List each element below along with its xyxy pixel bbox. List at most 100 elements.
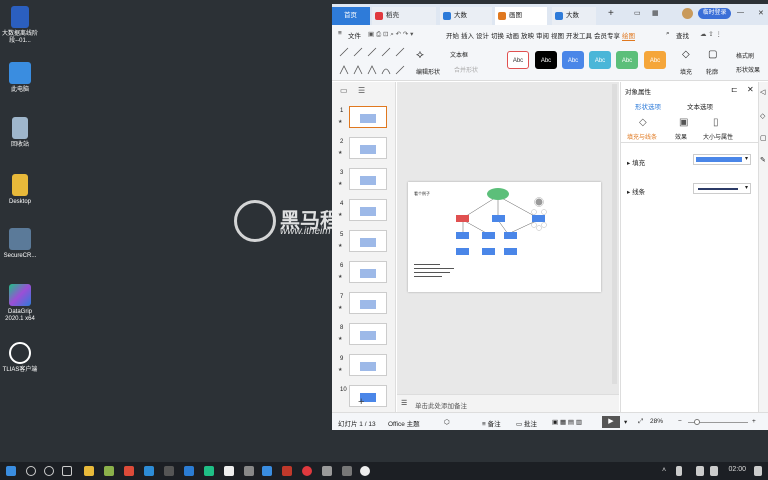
search-icon[interactable] xyxy=(26,466,36,476)
fill-line-icon[interactable]: ◇ xyxy=(639,117,647,128)
typora-icon[interactable] xyxy=(224,466,234,476)
zoom-level[interactable]: 28% xyxy=(650,418,663,425)
zoom-slider-handle[interactable] xyxy=(694,419,700,425)
task-view-icon[interactable] xyxy=(62,466,72,476)
grid-icon[interactable]: ▦ xyxy=(652,9,659,17)
shape-style-5[interactable]: Abc xyxy=(616,51,638,69)
text-box-button[interactable]: 文本框 xyxy=(450,50,468,59)
effect-icon[interactable]: ▣ xyxy=(679,117,688,128)
search-icon[interactable]: ⌕ xyxy=(666,30,670,38)
explorer-icon[interactable] xyxy=(84,466,94,476)
comments-toggle[interactable]: ▭ 批注 xyxy=(516,418,537,428)
desktop-icon-doc[interactable]: 大数据离线阶段--01... xyxy=(2,6,38,45)
chrome-icon[interactable] xyxy=(124,466,134,476)
slide-thumbnail[interactable] xyxy=(349,168,387,190)
notification-icon[interactable] xyxy=(754,466,762,476)
shape-style-1[interactable]: Abc xyxy=(507,51,529,69)
chevron-down-icon[interactable]: ▾ xyxy=(624,418,627,426)
menu-review[interactable]: 审阅 xyxy=(536,30,549,40)
close-panel-icon[interactable]: ✕ xyxy=(747,85,754,94)
slide-thumbnail[interactable] xyxy=(349,354,387,376)
network-icon[interactable] xyxy=(696,466,704,476)
menu-file[interactable]: 文件 xyxy=(348,30,361,40)
avatar[interactable] xyxy=(682,8,693,19)
slide-thumbnail[interactable] xyxy=(349,385,387,407)
app-icon[interactable] xyxy=(104,466,114,476)
tab-daoke[interactable]: 稻壳 xyxy=(372,7,436,25)
zoom-in-icon[interactable]: + xyxy=(752,418,756,425)
subtab-fill-line[interactable]: 填充与线条 xyxy=(627,132,657,141)
fill-icon[interactable]: ◇ xyxy=(682,49,690,60)
edit-shape-button[interactable]: 编辑形状 xyxy=(416,67,440,76)
tab-list-icon[interactable]: ▭ xyxy=(634,9,641,17)
merge-shape-button[interactable]: 合并形状 xyxy=(454,65,478,74)
add-tab-button[interactable]: + xyxy=(608,8,614,19)
shield-icon[interactable]: ⬡ xyxy=(444,418,450,426)
slide-thumbnail[interactable] xyxy=(349,137,387,159)
size-icon[interactable]: ▯ xyxy=(713,117,719,128)
menu-insert[interactable]: 插入 xyxy=(461,30,474,40)
menu-start[interactable]: 开始 xyxy=(446,30,459,40)
rail-icon[interactable]: ◁ xyxy=(760,88,765,96)
edge-icon[interactable] xyxy=(144,466,154,476)
tab-doc-1[interactable]: 大数 xyxy=(440,7,492,25)
cortana-icon[interactable] xyxy=(44,466,54,476)
menu-drawing[interactable]: 绘图 xyxy=(622,30,635,41)
tab-home[interactable]: 首页 xyxy=(332,7,370,25)
rail-icon[interactable]: ▢ xyxy=(760,134,767,142)
desktop-icon-datagrip[interactable]: DataGrip 2020.1 x64 xyxy=(2,284,38,323)
slide-thumbnail[interactable] xyxy=(349,323,387,345)
desktop-icon-tlias[interactable]: TLIAS客户端 xyxy=(2,342,38,374)
desktop-icon-recycle[interactable]: 回收站 xyxy=(2,117,38,149)
canvas-scrollbar[interactable] xyxy=(612,84,617,384)
mic-icon[interactable] xyxy=(676,466,682,476)
vscode-icon[interactable] xyxy=(184,466,194,476)
outline-view-icon[interactable]: ☰ xyxy=(358,86,365,95)
desktop-icon-folder[interactable]: Desktop xyxy=(2,174,38,206)
tab-drawing[interactable]: 画图 xyxy=(495,7,547,25)
play-button[interactable]: ▶ xyxy=(602,416,620,428)
volume-icon[interactable] xyxy=(710,466,718,476)
shape-style-3[interactable]: Abc xyxy=(562,51,584,69)
shape-style-6[interactable]: Abc xyxy=(644,51,666,69)
shape-gallery[interactable] xyxy=(338,46,408,78)
subtab-effect[interactable]: 效果 xyxy=(675,132,687,141)
normal-view-icon[interactable]: ▣ ▦ ▤ ▥ xyxy=(552,418,582,426)
hamburger-icon[interactable]: ≡ xyxy=(338,30,342,37)
fill-section-label[interactable]: ▸ 填充 xyxy=(627,157,645,167)
notes-bar[interactable]: ☰ 单击此处添加备注 xyxy=(397,394,619,412)
app-icon[interactable] xyxy=(302,466,312,476)
pycharm-icon[interactable] xyxy=(204,466,214,476)
cloud-icon[interactable]: ☁ ⇪ ⋮ xyxy=(700,30,722,38)
slide[interactable]: 看个例子 xyxy=(408,182,601,292)
pin-icon[interactable]: ⊏ xyxy=(731,85,738,94)
fit-icon[interactable]: ⤢ xyxy=(638,418,643,426)
rail-icon[interactable]: ◇ xyxy=(760,112,765,120)
app-icon[interactable] xyxy=(360,466,370,476)
edit-shape-icon[interactable]: ⟡ xyxy=(416,47,424,62)
tab-doc-2[interactable]: 大数 xyxy=(552,7,596,25)
shape-style-4[interactable]: Abc xyxy=(589,51,611,69)
slide-thumbnail[interactable] xyxy=(349,230,387,252)
minimize-icon[interactable]: — xyxy=(737,9,744,16)
shape-style-2[interactable]: Abc xyxy=(535,51,557,69)
thumbnail-view-icon[interactable]: ▭ xyxy=(340,86,348,95)
menu-vip[interactable]: 会员专享 xyxy=(594,30,620,40)
menu-animation[interactable]: 动画 xyxy=(506,30,519,40)
line-style-picker[interactable]: ▾ xyxy=(693,183,751,194)
desktop-icon-securecrt[interactable]: SecureCR... xyxy=(2,228,38,260)
fill-color-picker[interactable]: ▾ xyxy=(693,154,751,165)
menu-view[interactable]: 视图 xyxy=(551,30,564,40)
app-icon[interactable] xyxy=(244,466,254,476)
slide-canvas[interactable]: 看个例子 xyxy=(397,82,635,425)
slide-thumbnail[interactable] xyxy=(349,261,387,283)
outline-icon[interactable]: ▢ xyxy=(708,49,717,60)
theme-name[interactable]: Office 主题 xyxy=(388,418,420,428)
slide-thumbnail[interactable] xyxy=(349,199,387,221)
tab-text-options[interactable]: 文本选项 xyxy=(687,101,713,111)
menu-search[interactable]: 查找 xyxy=(676,30,689,40)
menu-slideshow[interactable]: 放映 xyxy=(521,30,534,40)
app-icon[interactable] xyxy=(322,466,332,476)
login-button[interactable]: 临时登录 xyxy=(698,8,731,19)
format-painter-button[interactable]: 格式刷 xyxy=(736,51,754,60)
